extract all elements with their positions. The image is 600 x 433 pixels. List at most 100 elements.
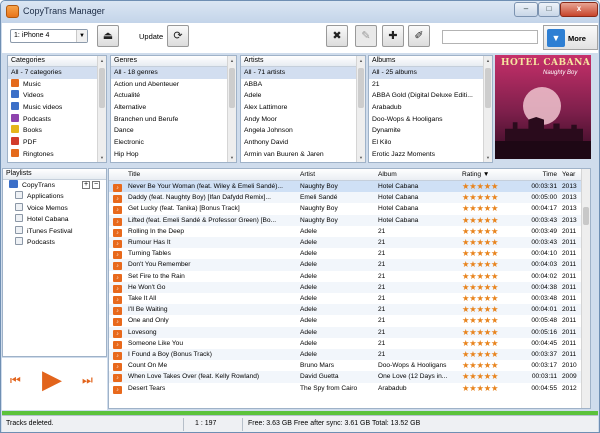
- rating-stars[interactable]: ★★★★★: [462, 293, 526, 304]
- table-row[interactable]: ♪ Set Fire to the Rain Adele 21 ★★★★★ 00:04:0…: [109, 271, 583, 282]
- album-item[interactable]: Dynamite: [369, 125, 492, 137]
- categories-scrollbar[interactable]: ▲ ▼: [97, 56, 106, 162]
- delete-track-button[interactable]: ✖: [326, 25, 348, 47]
- playlist-item[interactable]: iTunes Festival: [3, 225, 106, 237]
- rating-stars[interactable]: ★★★★★: [462, 237, 526, 248]
- scroll-down-icon[interactable]: ▼: [228, 153, 236, 162]
- add-playlist-icon[interactable]: +: [82, 181, 90, 189]
- category-item[interactable]: Podcasts: [8, 113, 106, 126]
- scroll-down-icon[interactable]: ▼: [484, 153, 492, 162]
- scroll-thumb[interactable]: [583, 207, 589, 225]
- scroll-down-icon[interactable]: ▼: [98, 153, 106, 162]
- category-item[interactable]: All - 7 categories: [8, 67, 106, 79]
- category-item[interactable]: Music: [8, 78, 106, 91]
- artist-item[interactable]: Armin van Buuren & Jaren: [241, 149, 365, 161]
- album-item[interactable]: Arabadub: [369, 102, 492, 114]
- previous-track-icon[interactable]: ⏮: [10, 373, 21, 388]
- scroll-up-icon[interactable]: ▲: [98, 56, 106, 65]
- rating-stars[interactable]: ★★★★★: [462, 304, 526, 315]
- search-input[interactable]: [442, 30, 538, 44]
- genre-item[interactable]: Alternative: [111, 102, 236, 114]
- playlist-item[interactable]: Voice Memos: [3, 202, 106, 214]
- genre-item[interactable]: All - 18 genres: [111, 67, 236, 79]
- artist-item[interactable]: ABBA: [241, 79, 365, 91]
- albums-scrollbar[interactable]: ▲ ▼: [483, 56, 492, 162]
- rating-stars[interactable]: ★★★★★: [462, 181, 526, 192]
- categories-header[interactable]: Categories▲: [8, 56, 106, 67]
- album-item[interactable]: All - 25 albums: [369, 67, 492, 79]
- genre-item[interactable]: Dance: [111, 125, 236, 137]
- rating-stars[interactable]: ★★★★★: [462, 349, 526, 360]
- scroll-up-icon[interactable]: ▲: [228, 56, 236, 65]
- genre-item[interactable]: Actualité: [111, 90, 236, 102]
- rating-stars[interactable]: ★★★★★: [462, 215, 526, 226]
- table-row[interactable]: ♪ Desert Tears The Spy from Cairo Arabadub ★…: [109, 383, 583, 394]
- table-row[interactable]: ♪ Rumour Has It Adele 21 ★★★★★ 00:03:43 2011: [109, 237, 583, 249]
- scroll-thumb[interactable]: [99, 68, 105, 108]
- rating-stars[interactable]: ★★★★★: [462, 203, 526, 214]
- scroll-thumb[interactable]: [485, 68, 491, 108]
- table-row[interactable]: ♪ Count On Me Bruno Mars Doo-Wops & Hooliga…: [109, 360, 583, 372]
- more-button[interactable]: ▼ More: [543, 25, 598, 50]
- add-track-button[interactable]: ✚: [382, 25, 404, 47]
- scroll-up-icon[interactable]: ▲: [484, 56, 492, 65]
- artist-item[interactable]: Anthony David: [241, 137, 365, 149]
- table-row[interactable]: ♪ Someone Like You Adele 21 ★★★★★ 00:04:45 201…: [109, 338, 583, 349]
- table-row[interactable]: ♪ Take It All Adele 21 ★★★★★ 00:03:48 2011: [109, 293, 583, 304]
- device-select[interactable]: 1: iPhone 4 ▼: [10, 29, 88, 43]
- artist-item[interactable]: All - 71 artists: [241, 67, 365, 79]
- table-row[interactable]: ♪ Get Lucky (feat. Tanika) [Bonus Track] N…: [109, 203, 583, 215]
- tracks-scrollbar[interactable]: [581, 169, 590, 408]
- scroll-down-icon[interactable]: ▼: [357, 153, 365, 162]
- rating-stars[interactable]: ★★★★★: [462, 360, 526, 371]
- rating-stars[interactable]: ★★★★★: [462, 248, 526, 259]
- maximize-button[interactable]: □: [538, 2, 560, 17]
- table-row[interactable]: ♪ I'll Be Waiting Adele 21 ★★★★★ 00:04:01 2011: [109, 304, 583, 316]
- playlist-item[interactable]: Hotel Cabana: [3, 214, 106, 225]
- category-item[interactable]: Ringtones: [8, 148, 106, 161]
- table-row[interactable]: ♪ Rolling In the Deep Adele 21 ★★★★★ 00:03:49…: [109, 226, 583, 237]
- artist-item[interactable]: Adele: [241, 90, 365, 102]
- edit-tags-button[interactable]: ✎: [355, 25, 377, 47]
- album-item[interactable]: El Kilo: [369, 137, 492, 149]
- playlist-root[interactable]: CopyTrans + −: [3, 180, 106, 191]
- rating-stars[interactable]: ★★★★★: [462, 371, 526, 382]
- table-row[interactable]: ♪ Lovesong Adele 21 ★★★★★ 00:05:16 2011: [109, 326, 583, 338]
- category-item[interactable]: Videos: [8, 90, 106, 102]
- scroll-thumb[interactable]: [358, 68, 364, 108]
- album-item[interactable]: Erotic Jazz Moments: [369, 149, 492, 161]
- rating-stars[interactable]: ★★★★★: [462, 192, 526, 203]
- scroll-thumb[interactable]: [229, 68, 235, 108]
- table-row[interactable]: ♪ One and Only Adele 21 ★★★★★ 00:05:48 2011: [109, 315, 583, 327]
- artists-header[interactable]: Artists▲: [241, 56, 365, 67]
- category-item[interactable]: PDF: [8, 137, 106, 149]
- album-item[interactable]: ABBA Gold (Digital Deluxe Editi...: [369, 90, 492, 102]
- rating-stars[interactable]: ★★★★★: [462, 226, 526, 237]
- artist-item[interactable]: Andy Moor: [241, 114, 365, 126]
- table-row[interactable]: ♪ He Won't Go Adele 21 ★★★★★ 00:04:38 2011: [109, 281, 583, 293]
- notes-button[interactable]: ✐: [408, 25, 430, 47]
- genres-header[interactable]: Genres▲: [111, 56, 236, 67]
- album-item[interactable]: Doo-Wops & Hooligans: [369, 114, 492, 126]
- album-item[interactable]: 21: [369, 79, 492, 91]
- table-row[interactable]: ♪ Daddy (feat. Naughty Boy) [Ifan Dafydd …: [109, 192, 583, 204]
- rating-stars[interactable]: ★★★★★: [462, 315, 526, 326]
- scroll-up-icon[interactable]: ▲: [357, 56, 365, 65]
- remove-playlist-icon[interactable]: −: [92, 181, 100, 189]
- column-title[interactable]: Title: [128, 169, 298, 181]
- table-row[interactable]: ♪ When Love Takes Over (feat. Kelly Rowla…: [109, 371, 583, 383]
- albums-header[interactable]: Albums▲: [369, 56, 492, 67]
- column-rating[interactable]: Rating ▼: [462, 169, 526, 181]
- genre-item[interactable]: Hip Hop: [111, 149, 236, 161]
- column-album[interactable]: Album: [378, 169, 460, 181]
- minimize-button[interactable]: –: [514, 2, 538, 17]
- rating-stars[interactable]: ★★★★★: [462, 271, 526, 282]
- artist-item[interactable]: Alex Lattimore: [241, 102, 365, 114]
- genre-item[interactable]: Action und Abenteuer: [111, 79, 236, 91]
- genre-item[interactable]: Branchen und Berufe: [111, 114, 236, 126]
- category-item[interactable]: Books: [8, 125, 106, 137]
- genre-item[interactable]: Electronic: [111, 137, 236, 149]
- column-artist[interactable]: Artist: [300, 169, 376, 181]
- playlist-item[interactable]: Applications: [3, 191, 106, 202]
- table-row[interactable]: ♪ Lifted (feat. Emeli Sandé & Professor G…: [109, 214, 583, 226]
